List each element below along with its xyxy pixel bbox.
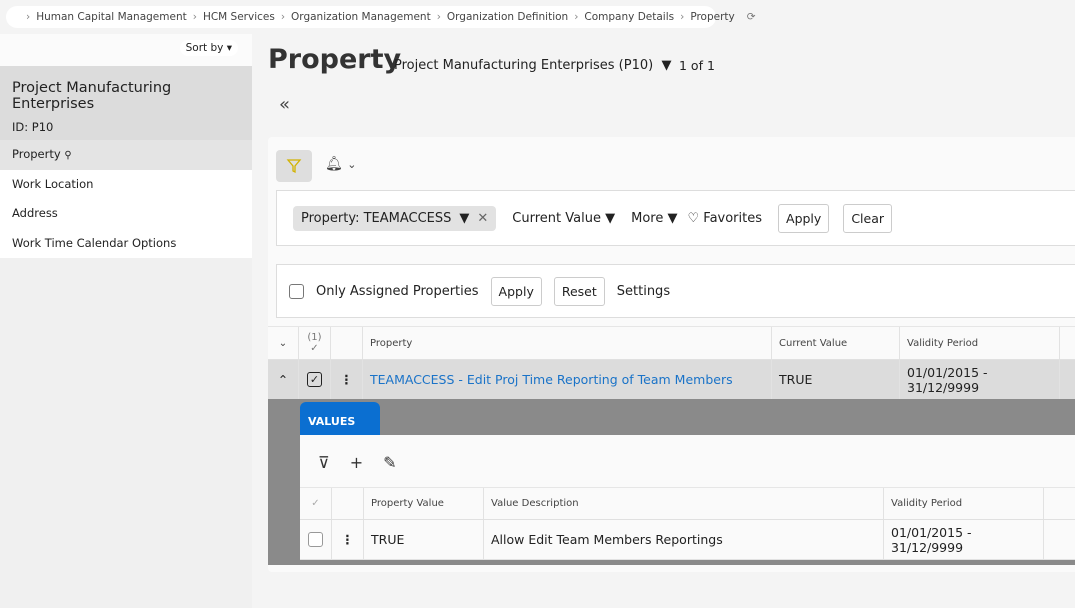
breadcrumb-item: Property: [690, 11, 735, 23]
reset-button[interactable]: Reset: [553, 276, 605, 306]
caret-down-icon: ▼: [661, 58, 672, 73]
chevron-right-icon: ›: [26, 11, 31, 23]
chevron-right-icon: ›: [680, 11, 685, 23]
expand-all-icon[interactable]: ⌄: [268, 327, 299, 359]
select-all-icon[interactable]: ✓: [300, 488, 332, 519]
edit-icon[interactable]: ✎: [383, 453, 396, 487]
column-header-validity[interactable]: Validity Period: [884, 488, 1044, 519]
chevron-right-icon: ›: [192, 11, 197, 23]
column-header-property[interactable]: Property: [363, 327, 772, 359]
filter-icon[interactable]: ⊽: [318, 453, 330, 487]
only-assigned-checkbox[interactable]: [289, 283, 304, 299]
context-label: Project Manufacturing Enterprises (P10): [394, 58, 654, 73]
clear-filter-button[interactable]: Clear: [843, 203, 893, 233]
more-label: More: [631, 210, 664, 226]
row-detail: VALUES ⊽ + ✎ ✓ Property Value Value Desc…: [268, 399, 1075, 565]
sidebar-item-work-time-calendar[interactable]: Work Time Calendar Options: [0, 229, 252, 259]
chevron-right-icon: ›: [436, 11, 441, 23]
sidebar-item-address[interactable]: Address: [0, 199, 252, 229]
breadcrumb-item[interactable]: Human Capital Management: [36, 11, 187, 23]
current-value: TRUE: [772, 360, 900, 399]
record-card[interactable]: Project Manufacturing Enterprises ID: P1…: [0, 66, 252, 140]
sidebar-item-work-location[interactable]: Work Location: [0, 170, 252, 200]
caret-down-icon: ▾: [226, 42, 232, 54]
breadcrumb: › Human Capital Management › HCM Services …: [6, 6, 756, 28]
value-description: Allow Edit Team Members Reportings: [484, 520, 884, 559]
caret-down-icon: ▼: [459, 210, 470, 226]
breadcrumb-item[interactable]: Organization Definition: [447, 11, 568, 23]
record-count: 1 of 1: [679, 58, 715, 73]
current-value-filter[interactable]: Current Value ▼: [512, 211, 615, 226]
property-table: ⌄ (1) ✓ Property Current Value Validity P…: [268, 326, 1075, 565]
bell-icon: 🔔︎: [325, 156, 343, 172]
sort-label: Sort by: [185, 42, 224, 54]
notifications-button[interactable]: 🔔︎ ⌄: [325, 156, 356, 172]
chevron-right-icon: ›: [280, 11, 286, 23]
breadcrumb-item[interactable]: Company Details: [584, 11, 674, 23]
values-row[interactable]: ⋮ TRUE Allow Edit Team Members Reporting…: [300, 520, 1075, 560]
apply-filter-button[interactable]: Apply: [778, 203, 830, 233]
filter-bar: Property: TEAMACCESS ▼ ✕ Current Value ▼ M…: [276, 190, 1075, 246]
collapse-row-icon[interactable]: ⌃: [268, 360, 299, 399]
apply-button[interactable]: Apply: [490, 276, 542, 306]
validity-period: 01/01/2015 - 31/12/9999: [900, 360, 1060, 399]
settings-button[interactable]: Settings: [617, 284, 670, 299]
filter-toggle-button[interactable]: [276, 150, 312, 182]
sort-by-button[interactable]: Sort by ▾: [179, 40, 238, 56]
column-header-validity[interactable]: Validity Period: [900, 327, 1060, 359]
sidebar-item-label: Property: [12, 147, 61, 161]
column-header-value-description[interactable]: Value Description: [484, 488, 884, 519]
favorites-label: Favorites: [703, 210, 763, 226]
validity-period: 01/01/2015 - 31/12/9999: [884, 520, 1044, 559]
breadcrumb-item[interactable]: Organization Management: [291, 11, 431, 23]
values-header: ✓ Property Value Value Description Valid…: [300, 487, 1075, 520]
row-checkbox[interactable]: [308, 532, 323, 547]
page-title: Property: [268, 44, 402, 75]
filter-chip[interactable]: Property: TEAMACCESS ▼ ✕: [293, 205, 497, 231]
collapse-sidebar-icon[interactable]: «: [279, 94, 290, 115]
add-icon[interactable]: +: [350, 453, 363, 487]
sidebar-item-property[interactable]: Property ⚲: [0, 140, 252, 170]
selected-count: (1): [307, 332, 322, 343]
property-link[interactable]: TEAMACCESS - Edit Proj Time Reporting of…: [363, 360, 772, 399]
only-assigned-label: Only Assigned Properties: [316, 283, 479, 299]
row-checkbox[interactable]: ✓: [307, 372, 322, 387]
more-filter[interactable]: More ▼: [631, 211, 677, 226]
row-menu-icon[interactable]: ⋮: [332, 520, 364, 559]
close-icon[interactable]: ✕: [477, 211, 488, 226]
filter-icon: [286, 159, 302, 174]
column-header-current-value[interactable]: Current Value: [772, 327, 900, 359]
caret-down-icon: ▼: [667, 210, 678, 226]
tab-values[interactable]: VALUES: [300, 402, 380, 435]
assigned-bar: Only Assigned Properties Apply Reset Set…: [276, 264, 1075, 318]
filter-chip-label: Property: TEAMACCESS: [301, 210, 452, 226]
chevron-down-icon: ⌄: [347, 158, 357, 171]
record-id: ID: P10: [12, 120, 54, 134]
row-menu-icon[interactable]: ⋮: [331, 360, 363, 399]
sidebar: Sort by ▾ Project Manufacturing Enterpri…: [0, 34, 252, 608]
chevron-right-icon: ›: [574, 11, 579, 23]
favorites-button[interactable]: ♡ Favorites: [687, 211, 762, 226]
record-title: Project Manufacturing Enterprises: [12, 80, 172, 112]
pin-icon[interactable]: ⚲: [64, 150, 71, 161]
column-header-property-value[interactable]: Property Value: [364, 488, 484, 519]
table-row[interactable]: ⌃ ✓ ⋮ TEAMACCESS - Edit Proj Time Report…: [268, 360, 1075, 399]
breadcrumb-item[interactable]: HCM Services: [203, 11, 275, 23]
property-value: TRUE: [364, 520, 484, 559]
context-selector[interactable]: Project Manufacturing Enterprises (P10) …: [394, 58, 671, 73]
heart-icon: ♡: [687, 210, 700, 226]
select-all-icon[interactable]: ✓: [310, 343, 318, 354]
current-value-label: Current Value: [512, 210, 601, 226]
table-header: ⌄ (1) ✓ Property Current Value Validity P…: [268, 326, 1075, 360]
refresh-icon[interactable]: ⟳: [747, 11, 756, 23]
caret-down-icon: ▼: [605, 210, 616, 226]
